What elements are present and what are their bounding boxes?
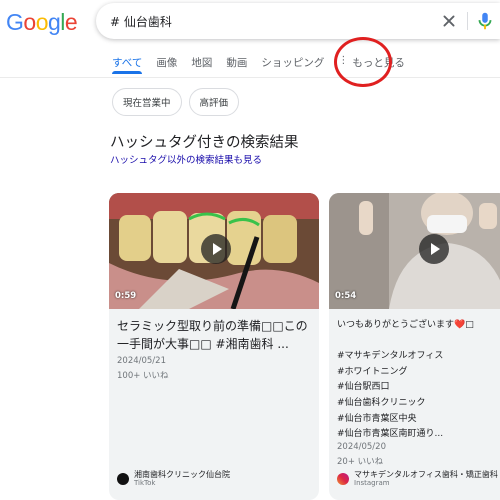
tab-shopping[interactable]: ショッピング <box>261 50 324 76</box>
google-logo[interactable]: Google <box>6 9 78 36</box>
source-platform: TikTok <box>134 479 156 487</box>
play-icon[interactable] <box>419 234 449 264</box>
video-likes: 20+ いいね <box>337 457 384 467</box>
video-title[interactable]: セラミック型取り前の準備□□この一手間が大事□□ #湘南歯科 ... <box>117 317 313 353</box>
video-duration: 0:59 <box>115 291 137 301</box>
logo-letter: e <box>64 9 78 35</box>
logo-letter: G <box>6 9 24 35</box>
video-likes: 100+ いいね <box>117 371 169 381</box>
tab-images[interactable]: 画像 <box>156 50 177 76</box>
video-source[interactable]: 湘南歯科クリニック仙台院 TikTok <box>117 470 230 488</box>
video-caption[interactable]: いつもありがとうございます❤️□ #マサキデンタルオフィス #ホワイトニング #… <box>337 318 500 443</box>
caption-line: #ホワイトニング <box>337 366 408 377</box>
video-thumbnail[interactable]: 0:59 <box>109 193 319 309</box>
caption-line: #仙台市青葉区南町通り... <box>337 429 444 440</box>
logo-letter: o <box>35 9 49 35</box>
tiktok-icon <box>117 473 129 485</box>
non-hashtag-results-link[interactable]: ハッシュタグ以外の検索結果も見る <box>110 152 262 166</box>
caption-line: #仙台歯科クリニック <box>337 397 426 408</box>
video-date: 2024/05/20 <box>337 442 386 452</box>
caption-line: いつもありがとうございます❤️□ <box>337 320 474 330</box>
search-divider <box>467 12 468 30</box>
search-box[interactable]: # 仙台歯科 <box>96 3 500 39</box>
video-card[interactable]: 0:59 セラミック型取り前の準備□□この一手間が大事□□ #湘南歯科 ... … <box>109 193 319 500</box>
play-icon[interactable] <box>201 234 231 264</box>
search-input[interactable]: # 仙台歯科 <box>110 13 172 30</box>
tabs-divider <box>0 77 500 78</box>
highlight-circle <box>334 37 392 87</box>
close-icon[interactable] <box>438 10 460 32</box>
caption-line: #マサキデンタルオフィス <box>337 351 444 362</box>
tab-maps[interactable]: 地図 <box>191 50 212 76</box>
video-source[interactable]: マサキデンタルオフィス歯科・矯正歯科 Instagram <box>337 470 498 488</box>
tab-all[interactable]: すべて <box>112 50 143 76</box>
chip-open-now[interactable]: 現在営業中 <box>112 88 182 116</box>
video-duration: 0:54 <box>335 291 357 301</box>
source-platform: Instagram <box>354 479 390 487</box>
video-date: 2024/05/21 <box>117 356 166 366</box>
filter-chips: 現在営業中 高評価 <box>112 88 240 116</box>
section-heading: ハッシュタグ付きの検索結果 <box>110 135 299 151</box>
caption-line: #仙台市青葉区中央 <box>337 413 417 424</box>
source-text: 湘南歯科クリニック仙台院 TikTok <box>134 470 230 488</box>
logo-letter: g <box>47 9 61 35</box>
caption-line <box>337 334 500 350</box>
source-text: マサキデンタルオフィス歯科・矯正歯科 Instagram <box>354 470 498 488</box>
chip-top-rated[interactable]: 高評価 <box>188 88 240 116</box>
source-name: マサキデンタルオフィス歯科・矯正歯科 <box>354 470 498 479</box>
instagram-icon <box>337 473 349 485</box>
source-name: 湘南歯科クリニック仙台院 <box>134 470 230 479</box>
logo-letter: o <box>23 9 36 35</box>
caption-line: #仙台駅西口 <box>337 382 390 393</box>
tab-videos[interactable]: 動画 <box>226 50 247 76</box>
video-card[interactable]: 0:54 いつもありがとうございます❤️□ #マサキデンタルオフィス #ホワイト… <box>329 193 500 500</box>
video-thumbnail[interactable]: 0:54 <box>329 193 500 309</box>
microphone-icon[interactable] <box>474 10 496 32</box>
